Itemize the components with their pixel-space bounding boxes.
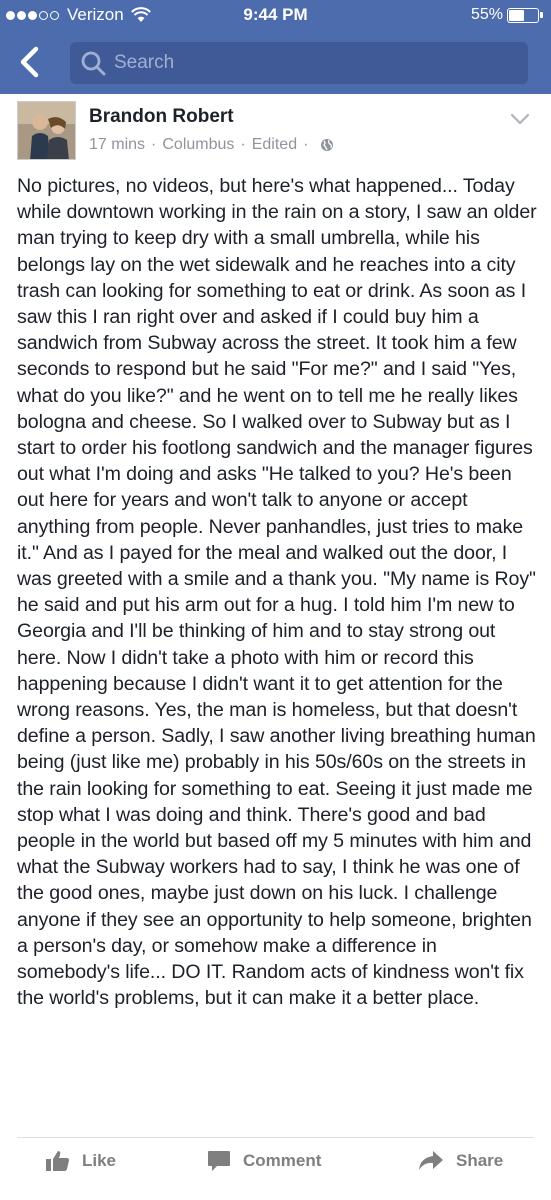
comment-label: Comment [243, 1151, 322, 1170]
status-bar: Verizon 9:44 PM 55% [0, 0, 551, 30]
battery-icon [507, 7, 539, 23]
action-bar: Like Comment Share [0, 1141, 551, 1191]
share-button[interactable]: Share [418, 1150, 503, 1172]
search-icon [81, 51, 106, 76]
top-bar: Verizon 9:44 PM 55% [0, 0, 551, 94]
post-body: No pictures, no videos, but here's what … [17, 175, 537, 1010]
like-button[interactable]: Like [46, 1150, 116, 1172]
globe-icon [321, 139, 334, 151]
thumbs-up-icon [46, 1151, 69, 1171]
clock: 9:44 PM [243, 5, 308, 24]
back-arrow-icon[interactable] [16, 44, 46, 80]
like-label: Like [82, 1151, 117, 1170]
battery-indicator: 55% [471, 6, 543, 24]
chevron-down-icon[interactable] [509, 112, 531, 126]
battery-percent: 55% [470, 6, 503, 23]
post-meta: 17 mins · Columbus · Edited · [89, 136, 334, 154]
post-timestamp[interactable]: 17 mins [89, 136, 145, 154]
battery-level [509, 9, 524, 21]
author-name[interactable]: Brandon Robert [89, 106, 234, 128]
avatar[interactable] [17, 101, 76, 160]
search-bar[interactable] [70, 42, 528, 84]
post-location[interactable]: Columbus [162, 136, 234, 154]
comment-bubble-icon [208, 1151, 230, 1171]
share-label: Share [456, 1151, 504, 1170]
post-card: Brandon Robert 17 mins · Columbus · Edit… [0, 94, 551, 1200]
comment-button[interactable]: Comment [207, 1150, 321, 1172]
divider [17, 1137, 534, 1138]
share-arrow-icon [419, 1151, 443, 1170]
search-input[interactable] [114, 43, 528, 83]
edited-label[interactable]: Edited [252, 136, 297, 154]
